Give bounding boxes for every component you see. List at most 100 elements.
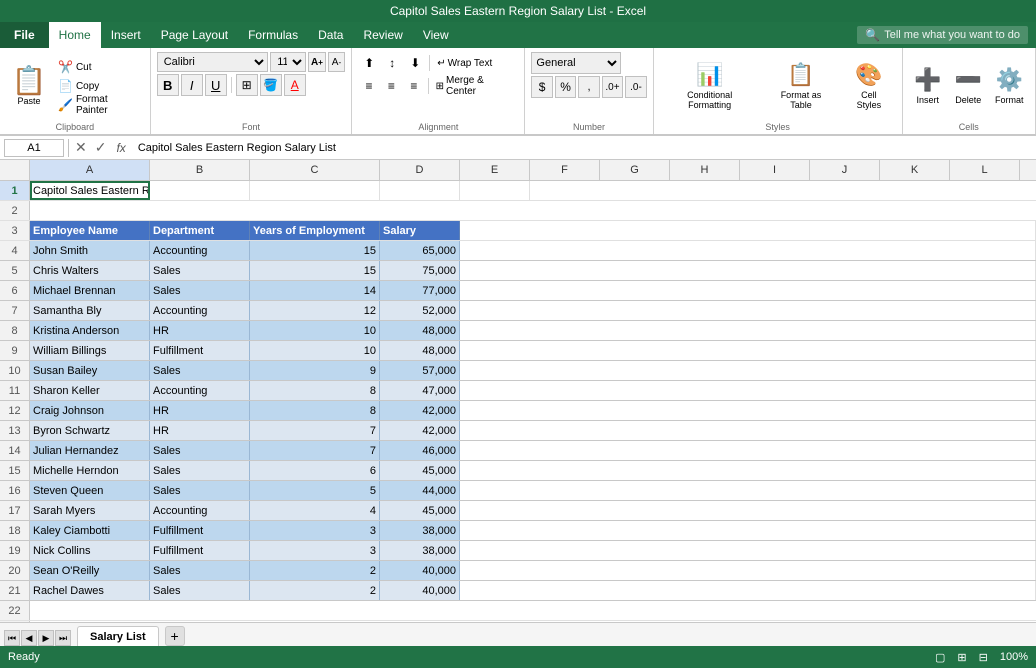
cell-dept[interactable]: Sales <box>150 561 250 580</box>
view-page-break-icon[interactable]: ⊟ <box>979 651 988 664</box>
cell-years[interactable]: 8 <box>250 381 380 400</box>
cell-years[interactable]: 2 <box>250 561 380 580</box>
align-middle-button[interactable]: ↕ <box>381 52 403 74</box>
borders-button[interactable]: ⊞ <box>236 74 258 96</box>
cell-dept[interactable]: Fulfillment <box>150 541 250 560</box>
cell-dept[interactable]: Fulfillment <box>150 341 250 360</box>
cell-dept[interactable]: Sales <box>150 581 250 600</box>
cell-empty[interactable] <box>460 401 1036 420</box>
cell-empty[interactable] <box>460 301 1036 320</box>
add-sheet-button[interactable]: + <box>165 626 185 646</box>
font-color-button[interactable]: A <box>284 74 306 96</box>
percent-button[interactable]: % <box>555 76 576 98</box>
cell-years[interactable]: 7 <box>250 421 380 440</box>
cell-salary[interactable]: 65,000 <box>380 241 460 260</box>
col-header-k[interactable]: K <box>880 160 950 180</box>
cancel-formula-icon[interactable]: ✕ <box>73 139 89 156</box>
cell-name[interactable]: Byron Schwartz <box>30 421 150 440</box>
cell-years[interactable]: 7 <box>250 441 380 460</box>
cell-empty[interactable] <box>460 241 1036 260</box>
cell-salary[interactable]: 75,000 <box>380 261 460 280</box>
cell-dept[interactable]: HR <box>150 401 250 420</box>
cell-salary[interactable]: 47,000 <box>380 381 460 400</box>
cell-dept[interactable]: Sales <box>150 461 250 480</box>
cell-e3[interactable] <box>460 221 1036 240</box>
conditional-formatting-button[interactable]: 📊 Conditional Formatting <box>660 57 760 115</box>
align-left-button[interactable]: ≡ <box>358 75 379 97</box>
cell-empty[interactable] <box>460 521 1036 540</box>
cell-empty[interactable] <box>460 441 1036 460</box>
cell-name[interactable]: Chris Walters <box>30 261 150 280</box>
increase-decimal-button[interactable]: .0+ <box>602 76 623 98</box>
sheet-tab-salary-list[interactable]: Salary List <box>77 626 159 646</box>
format-button[interactable]: ⚙️ Format <box>989 57 1029 115</box>
cell-years[interactable]: 10 <box>250 341 380 360</box>
cell-salary[interactable]: 42,000 <box>380 401 460 420</box>
paste-button[interactable]: 📋 Paste <box>6 52 52 120</box>
cell-salary[interactable]: 42,000 <box>380 421 460 440</box>
menu-file[interactable]: File <box>0 22 49 48</box>
increase-font-size-button[interactable]: A+ <box>308 52 326 72</box>
cell-dept[interactable]: Accounting <box>150 381 250 400</box>
cell-salary[interactable]: 45,000 <box>380 461 460 480</box>
cell-years[interactable]: 12 <box>250 301 380 320</box>
cell-years[interactable]: 2 <box>250 581 380 600</box>
cell-empty[interactable] <box>460 541 1036 560</box>
cell-years[interactable]: 6 <box>250 461 380 480</box>
cell-b1[interactable] <box>150 181 250 200</box>
cell-name[interactable]: Nick Collins <box>30 541 150 560</box>
comma-button[interactable]: , <box>578 76 599 98</box>
cell-empty[interactable] <box>460 561 1036 580</box>
cell-dept[interactable]: Sales <box>150 261 250 280</box>
col-header-e[interactable]: E <box>460 160 530 180</box>
cell-d1[interactable] <box>380 181 460 200</box>
cell-years[interactable]: 3 <box>250 521 380 540</box>
col-header-f[interactable]: F <box>530 160 600 180</box>
col-header-l[interactable]: L <box>950 160 1020 180</box>
cell-empty[interactable] <box>460 381 1036 400</box>
cell-dept[interactable]: Accounting <box>150 301 250 320</box>
cell-years[interactable]: 5 <box>250 481 380 500</box>
copy-button[interactable]: 📄 Copy <box>54 77 144 95</box>
decrease-font-size-button[interactable]: A- <box>328 52 346 72</box>
insert-button[interactable]: ➕ Insert <box>909 57 947 115</box>
cell-styles-button[interactable]: 🎨 Cell Styles <box>842 57 895 115</box>
cell-salary[interactable]: 48,000 <box>380 321 460 340</box>
cell-salary[interactable]: 38,000 <box>380 521 460 540</box>
sheet-nav-next[interactable]: ▶ <box>38 630 54 646</box>
menu-view[interactable]: View <box>413 24 459 46</box>
col-header-b[interactable]: B <box>150 160 250 180</box>
align-center-button[interactable]: ≡ <box>381 75 402 97</box>
cell-years[interactable]: 15 <box>250 261 380 280</box>
col-header-g[interactable]: G <box>600 160 670 180</box>
cell-years[interactable]: 15 <box>250 241 380 260</box>
merge-center-button[interactable]: ⊞ Merge & Center <box>432 75 519 97</box>
cell-dept[interactable]: Sales <box>150 441 250 460</box>
format-painter-button[interactable]: 🖌️ Format Painter <box>54 96 144 114</box>
cell-dept[interactable]: Sales <box>150 281 250 300</box>
view-page-layout-icon[interactable]: ⊞ <box>957 651 966 664</box>
col-header-i[interactable]: I <box>740 160 810 180</box>
cell-empty[interactable] <box>460 321 1036 340</box>
cell-salary[interactable]: 48,000 <box>380 341 460 360</box>
cell-dept[interactable]: HR <box>150 421 250 440</box>
wrap-text-button[interactable]: ↵ Wrap Text <box>433 52 496 74</box>
cell-name[interactable]: Sharon Keller <box>30 381 150 400</box>
cell-name[interactable]: Sean O'Reilly <box>30 561 150 580</box>
cell-c3[interactable]: Years of Employment <box>250 221 380 240</box>
cell-name[interactable]: Samantha Bly <box>30 301 150 320</box>
cell-dept[interactable]: Sales <box>150 481 250 500</box>
confirm-formula-icon[interactable]: ✓ <box>93 139 109 156</box>
cell-dept[interactable]: Fulfillment <box>150 521 250 540</box>
cell-empty[interactable] <box>460 281 1036 300</box>
cell-dept[interactable]: Accounting <box>150 241 250 260</box>
cell-years[interactable]: 3 <box>250 541 380 560</box>
align-right-button[interactable]: ≡ <box>403 75 424 97</box>
cell-name[interactable]: Julian Hernandez <box>30 441 150 460</box>
cell-reference-box[interactable]: A1 <box>4 139 64 157</box>
menu-data[interactable]: Data <box>308 24 353 46</box>
align-top-button[interactable]: ⬆ <box>358 52 380 74</box>
col-header-j[interactable]: J <box>810 160 880 180</box>
cell-dept[interactable]: HR <box>150 321 250 340</box>
bold-button[interactable]: B <box>157 74 179 96</box>
